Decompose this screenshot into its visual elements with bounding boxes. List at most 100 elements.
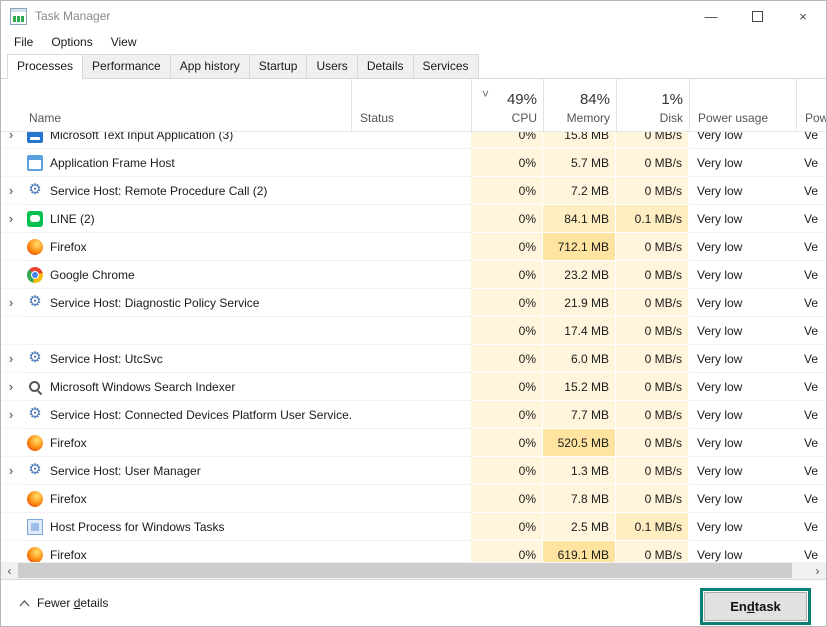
- process-name-cell: Firefox: [21, 485, 351, 513]
- process-row[interactable]: Google Chrome0%23.2 MB0 MB/sVery lowVe: [1, 261, 826, 289]
- service-gear-icon: [27, 183, 43, 199]
- process-row[interactable]: ›Service Host: User Manager0%1.3 MB0 MB/…: [1, 457, 826, 485]
- menu-file[interactable]: File: [5, 32, 42, 52]
- expand-chevron-icon[interactable]: ›: [1, 373, 21, 401]
- column-header-name[interactable]: Name: [21, 79, 351, 131]
- disk-value-cell: 0 MB/s: [616, 149, 689, 177]
- process-name-cell: Microsoft Windows Search Indexer: [21, 373, 351, 401]
- process-name-cell: Firefox: [21, 233, 351, 261]
- tab-performance[interactable]: Performance: [82, 54, 171, 78]
- process-status-cell: [351, 429, 471, 457]
- process-row[interactable]: 0%17.4 MB0 MB/sVery lowVe: [1, 317, 826, 345]
- process-name-cell: Service Host: User Manager: [21, 457, 351, 485]
- power-usage-trend-cell: Ve: [796, 457, 826, 485]
- process-row[interactable]: Application Frame Host0%5.7 MB0 MB/sVery…: [1, 149, 826, 177]
- power-usage-cell: Very low: [689, 289, 796, 317]
- expand-chevron-icon[interactable]: ›: [1, 289, 21, 317]
- scroll-left-arrow-icon[interactable]: ‹: [1, 562, 18, 579]
- column-header-power-usage-trend[interactable]: Pow: [796, 79, 826, 131]
- expand-chevron-icon[interactable]: ›: [1, 457, 21, 485]
- process-row[interactable]: ›Service Host: Diagnostic Policy Service…: [1, 289, 826, 317]
- chrome-icon: [27, 267, 43, 283]
- tab-users[interactable]: Users: [306, 54, 357, 78]
- process-name-cell: LINE (2): [21, 205, 351, 233]
- service-gear-icon: [27, 295, 43, 311]
- process-name: LINE (2): [50, 212, 95, 226]
- process-name-cell: Service Host: Connected Devices Platform…: [21, 401, 351, 429]
- tab-services[interactable]: Services: [413, 54, 479, 78]
- power-usage-cell: Very low: [689, 261, 796, 289]
- line-icon: [27, 211, 43, 227]
- power-usage-cell: Very low: [689, 149, 796, 177]
- cpu-value-cell: 0%: [471, 457, 543, 485]
- cpu-value-cell: 0%: [471, 261, 543, 289]
- expand-chevron-icon[interactable]: ›: [1, 132, 21, 149]
- tab-startup[interactable]: Startup: [249, 54, 308, 78]
- column-header-status[interactable]: Status: [351, 79, 471, 131]
- column-header-cpu[interactable]: ˅ 49% CPU: [471, 79, 543, 131]
- chevron-spacer: [1, 429, 21, 457]
- process-row[interactable]: ›Service Host: UtcSvc0%6.0 MB0 MB/sVery …: [1, 345, 826, 373]
- process-row[interactable]: ›Service Host: Connected Devices Platfor…: [1, 401, 826, 429]
- process-name-cell: Firefox: [21, 541, 351, 562]
- process-status-cell: [351, 317, 471, 345]
- disk-value-cell: 0 MB/s: [616, 429, 689, 457]
- tab-processes[interactable]: Processes: [7, 54, 83, 79]
- firefox-icon: [27, 547, 43, 563]
- app-frame-icon: [27, 155, 43, 171]
- process-name: Microsoft Windows Search Indexer: [50, 380, 235, 394]
- process-row[interactable]: Firefox0%619.1 MB0 MB/sVery lowVe: [1, 541, 826, 562]
- end-task-button[interactable]: End task: [704, 592, 807, 621]
- tab-bar: Processes Performance App history Startu…: [1, 53, 826, 79]
- process-name: Application Frame Host: [50, 156, 175, 170]
- process-row[interactable]: Firefox0%7.8 MB0 MB/sVery lowVe: [1, 485, 826, 513]
- process-row[interactable]: ›Service Host: Remote Procedure Call (2)…: [1, 177, 826, 205]
- column-header-disk[interactable]: 1% Disk: [616, 79, 689, 131]
- close-button[interactable]: ×: [780, 1, 826, 31]
- menu-view[interactable]: View: [102, 32, 146, 52]
- title-bar: Task Manager — ×: [1, 1, 826, 31]
- disk-value-cell: 0 MB/s: [616, 373, 689, 401]
- disk-value-cell: 0 MB/s: [616, 541, 689, 562]
- scroll-right-arrow-icon[interactable]: ›: [809, 562, 826, 579]
- expand-chevron-icon[interactable]: ›: [1, 401, 21, 429]
- horizontal-scrollbar-thumb[interactable]: [18, 563, 792, 578]
- menu-bar: File Options View: [1, 31, 826, 53]
- chevron-spacer: [1, 261, 21, 289]
- cpu-value-cell: 0%: [471, 205, 543, 233]
- expand-chevron-icon[interactable]: ›: [1, 177, 21, 205]
- memory-value-cell: 5.7 MB: [543, 149, 616, 177]
- fewer-details-button[interactable]: Fewer details: [19, 596, 108, 610]
- process-row[interactable]: ›LINE (2)0%84.1 MB0.1 MB/sVery lowVe: [1, 205, 826, 233]
- expand-chevron-icon[interactable]: ›: [1, 345, 21, 373]
- column-header-power-usage[interactable]: Power usage: [689, 79, 796, 131]
- menu-options[interactable]: Options: [42, 32, 101, 52]
- column-header-memory[interactable]: 84% Memory: [543, 79, 616, 131]
- process-row[interactable]: ›Microsoft Text Input Application (3)0%1…: [1, 132, 826, 149]
- memory-value-cell: 7.2 MB: [543, 177, 616, 205]
- power-usage-trend-cell: Ve: [796, 317, 826, 345]
- process-name-cell: Service Host: Diagnostic Policy Service: [21, 289, 351, 317]
- maximize-button[interactable]: [734, 1, 780, 31]
- process-row[interactable]: ›Microsoft Windows Search Indexer0%15.2 …: [1, 373, 826, 401]
- memory-value-cell: 15.2 MB: [543, 373, 616, 401]
- search-icon: [27, 379, 43, 395]
- power-usage-trend-cell: Ve: [796, 261, 826, 289]
- process-name: Firefox: [50, 240, 87, 254]
- expand-chevron-icon[interactable]: ›: [1, 205, 21, 233]
- power-usage-trend-cell: Ve: [796, 485, 826, 513]
- memory-value-cell: 7.8 MB: [543, 485, 616, 513]
- cpu-value-cell: 0%: [471, 485, 543, 513]
- process-row[interactable]: Host Process for Windows Tasks0%2.5 MB0.…: [1, 513, 826, 541]
- tab-details[interactable]: Details: [357, 54, 414, 78]
- cpu-value-cell: 0%: [471, 541, 543, 562]
- process-name: Firefox: [50, 436, 87, 450]
- process-status-cell: [351, 261, 471, 289]
- minimize-button[interactable]: —: [688, 1, 734, 31]
- task-manager-window: Task Manager — × File Options View Proce…: [0, 0, 827, 627]
- tab-app-history[interactable]: App history: [170, 54, 250, 78]
- process-row[interactable]: Firefox0%520.5 MB0 MB/sVery lowVe: [1, 429, 826, 457]
- disk-value-cell: 0 MB/s: [616, 485, 689, 513]
- process-row[interactable]: Firefox0%712.1 MB0 MB/sVery lowVe: [1, 233, 826, 261]
- power-usage-trend-cell: Ve: [796, 205, 826, 233]
